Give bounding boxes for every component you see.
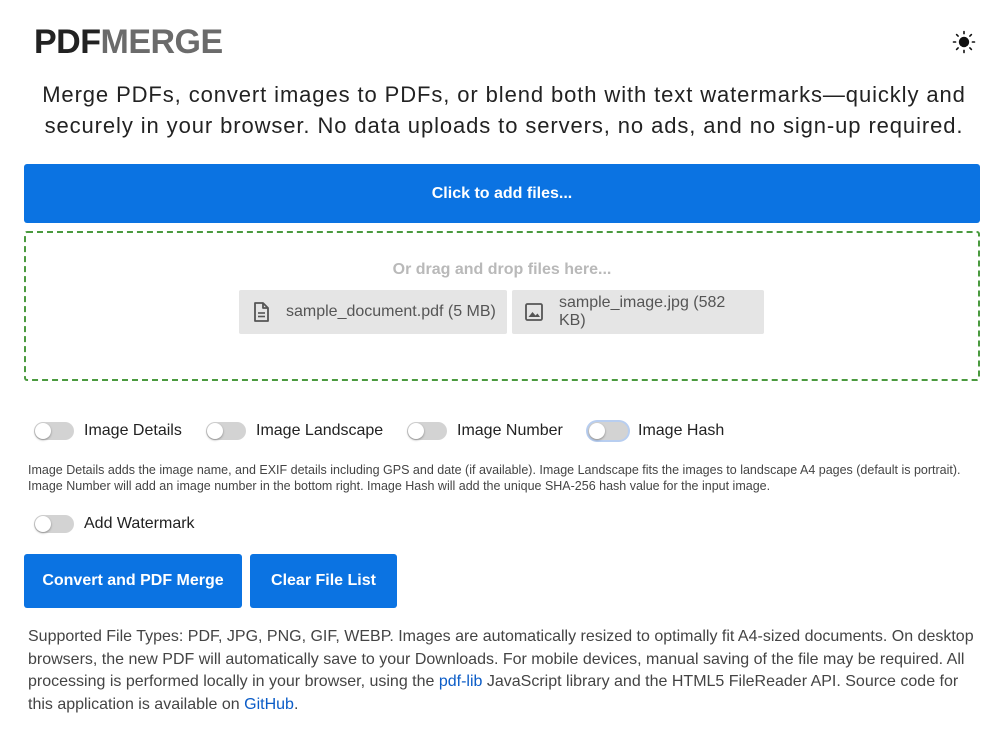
footer-text: . bbox=[293, 695, 299, 713]
watermark-label: Add Watermark bbox=[84, 515, 195, 532]
file-item-pdf[interactable]: sample_document.pdf (5 MB) bbox=[239, 290, 507, 334]
logo-merge: MERGE bbox=[100, 23, 224, 61]
pdf-lib-link[interactable]: pdf-lib bbox=[439, 673, 483, 690]
pdfmerge-page: PDFMERGE Merge PDFs, convert images to P… bbox=[0, 0, 1008, 748]
file-name: sample_document.pdf (5 MB) bbox=[286, 303, 496, 320]
image-landscape-label: Image Landscape bbox=[256, 422, 384, 439]
image-number-toggle[interactable] bbox=[407, 422, 447, 440]
file-name: sample_image.jpg (582 KB) bbox=[559, 294, 726, 329]
image-details-toggle[interactable] bbox=[34, 422, 74, 440]
image-landscape-option: Image Landscape bbox=[206, 422, 383, 440]
watermark-toggle[interactable] bbox=[34, 515, 74, 533]
image-hash-option: Image Hash bbox=[588, 422, 724, 440]
sun-icon bbox=[952, 30, 976, 54]
footer-info: Supported File Types: PDF, JPG, PNG, GIF… bbox=[28, 626, 983, 716]
app-logo: PDFMERGE bbox=[34, 22, 223, 62]
tagline: Merge PDFs, convert images to PDFs, or b… bbox=[42, 82, 966, 138]
clear-file-list-button[interactable]: Clear File List bbox=[250, 554, 397, 608]
file-item-image[interactable]: sample_image.jpg (582 KB) bbox=[512, 290, 764, 334]
github-link[interactable]: GitHub bbox=[244, 696, 294, 713]
image-details-option: Image Details bbox=[34, 422, 182, 440]
file-dropzone[interactable]: Or drag and drop files here... sample_do… bbox=[24, 231, 980, 381]
image-icon bbox=[524, 302, 544, 322]
add-files-button[interactable]: Click to add files... bbox=[24, 164, 980, 223]
convert-merge-button[interactable]: Convert and PDF Merge bbox=[24, 554, 242, 608]
drop-hint: Or drag and drop files here... bbox=[392, 261, 612, 278]
options-description: Image Details adds the image name, and E… bbox=[28, 463, 961, 493]
document-icon bbox=[251, 302, 271, 322]
image-number-option: Image Number bbox=[407, 422, 563, 440]
image-landscape-toggle[interactable] bbox=[206, 422, 246, 440]
image-details-label: Image Details bbox=[84, 422, 182, 439]
theme-toggle-button[interactable] bbox=[950, 28, 978, 56]
image-number-label: Image Number bbox=[457, 422, 563, 439]
image-hash-label: Image Hash bbox=[638, 422, 725, 439]
logo-pdf: PDF bbox=[34, 23, 101, 61]
watermark-option: Add Watermark bbox=[34, 515, 195, 533]
image-hash-toggle[interactable] bbox=[588, 422, 628, 440]
